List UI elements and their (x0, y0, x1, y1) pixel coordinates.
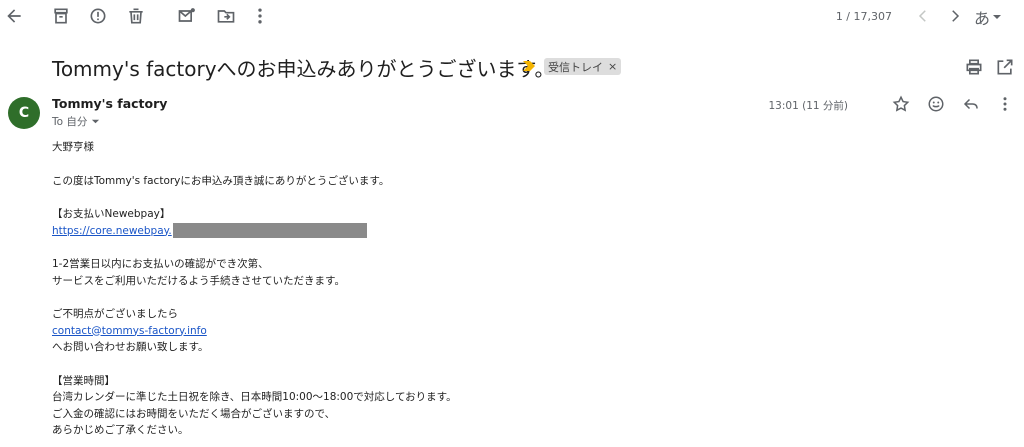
reply-icon (963, 98, 978, 110)
hours-line-2: ご入金の確認にはお時間をいただく場合がございますので、 (52, 407, 336, 420)
remove-label-button[interactable]: × (608, 60, 617, 73)
redaction-box (172, 222, 367, 238)
back-button[interactable] (4, 6, 24, 26)
email-subject: Tommy's factoryへのお申込みありがとうございます。 (52, 57, 555, 81)
contact-line-2: へお問い合わせお願い致します。 (52, 341, 209, 353)
emoji-reaction-button[interactable] (927, 95, 945, 113)
emoji-icon (928, 96, 944, 112)
notice-line-1: 1-2営業日以内にお支払いの確認ができ次第、 (52, 258, 269, 270)
more-message-options-button[interactable] (996, 95, 1014, 113)
contact-email-link[interactable]: contact@tommys-factory.info (52, 325, 207, 337)
recipient-label: To 自分 (52, 116, 88, 128)
report-spam-button[interactable] (88, 6, 108, 26)
payment-link[interactable]: https://core.newebpay. (52, 225, 172, 237)
importance-marker-icon[interactable] (522, 60, 536, 72)
chevron-left-icon (918, 10, 926, 22)
greeting: 大野亨様 (52, 141, 94, 153)
contact-line-1: ご不明点がございましたら (52, 308, 178, 320)
archive-icon (54, 8, 68, 24)
inbox-label-text: 受信トレイ (548, 60, 603, 74)
intro-line: この度はTommy's factoryにお申込み頂き誠にありがとうございます。 (52, 174, 390, 187)
more-vert-icon (1003, 97, 1007, 111)
pager-count: 1 / 17,307 (835, 10, 892, 23)
move-to-button[interactable] (216, 6, 236, 26)
hours-heading: 【営業時間】 (52, 374, 115, 387)
sender-name[interactable]: Tommy's factory (52, 96, 167, 111)
reply-button[interactable] (962, 95, 980, 113)
star-icon (892, 95, 910, 112)
email-timestamp: 13:01 (11 分前) (768, 100, 849, 112)
trash-icon (129, 8, 143, 24)
open-new-window-button[interactable] (995, 57, 1015, 77)
delete-button[interactable] (126, 6, 146, 26)
report-spam-icon (90, 8, 106, 24)
print-icon (966, 59, 982, 75)
print-button[interactable] (964, 57, 984, 77)
mark-unread-button[interactable] (177, 6, 197, 26)
recipient-details[interactable]: To 自分 (52, 114, 100, 129)
hours-line-1: 台湾カレンダーに準じた土日祝を除き、日本時間10:00〜18:00で対応しており… (52, 391, 457, 403)
archive-button[interactable] (51, 6, 71, 26)
older-button[interactable] (946, 7, 964, 25)
notice-line-2: サービスをご利用いただけるよう手続きさせていただきます。 (52, 274, 345, 287)
star-button[interactable] (892, 95, 910, 113)
newer-button[interactable] (914, 7, 932, 25)
arrow-left-icon (7, 9, 21, 23)
inbox-label-chip[interactable]: 受信トレイ × (544, 58, 622, 75)
more-options-button[interactable] (250, 6, 270, 26)
input-tools-label: あ (973, 9, 990, 28)
caret-down-icon (92, 119, 100, 124)
caret-down-icon (993, 15, 1001, 19)
hours-line-3: あらかじめご了承ください。 (52, 424, 189, 436)
move-to-folder-icon (217, 10, 235, 23)
open-in-new-icon (997, 59, 1013, 75)
payment-heading: 【お支払いNewebpay】 (52, 208, 171, 220)
more-vert-icon (258, 8, 262, 24)
avatar[interactable]: C (8, 97, 40, 129)
input-tools-button[interactable]: あ (974, 5, 1002, 29)
payment-link-line: https://core.newebpay. (52, 222, 692, 240)
email-body: 大野亨様 この度はTommy's factoryにお申込み頂き誠にありがとうござ… (52, 139, 692, 439)
chevron-right-icon (952, 10, 960, 22)
mark-unread-icon (178, 8, 195, 22)
